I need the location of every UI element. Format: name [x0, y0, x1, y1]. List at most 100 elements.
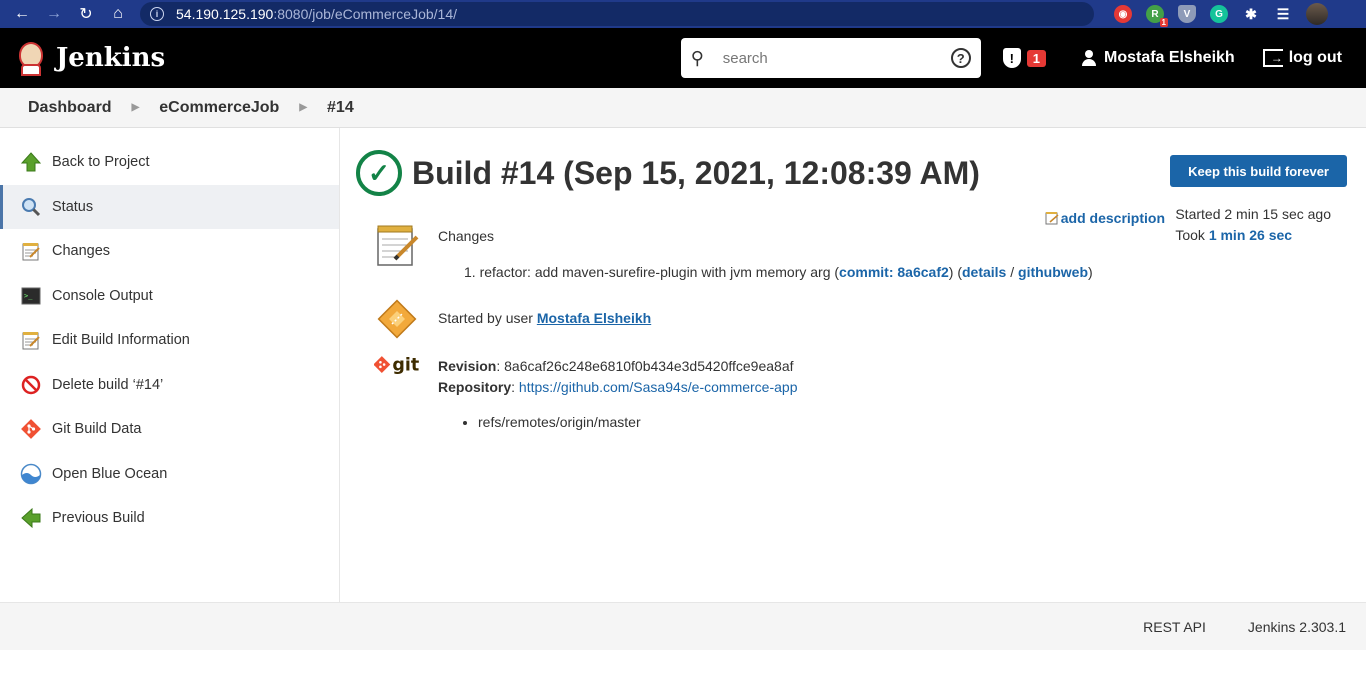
details-link[interactable]: details: [962, 264, 1006, 280]
keep-build-forever-button[interactable]: Keep this build forever: [1170, 155, 1347, 187]
profile-avatar[interactable]: [1306, 3, 1328, 25]
page-title: Build #14 (Sep 15, 2021, 12:08:39 AM): [412, 154, 980, 191]
blue-ocean-icon: [20, 463, 42, 485]
extension-shield-icon[interactable]: V: [1178, 5, 1196, 23]
svg-text:>_: >_: [24, 292, 33, 300]
side-panel: Back to Project Status Changes >_ Consol…: [0, 128, 340, 602]
change-message: refactor: add maven-surefire-plugin with…: [479, 264, 840, 280]
sidebar-item-back-to-project[interactable]: Back to Project: [0, 140, 339, 185]
success-check-icon: ✓: [356, 150, 402, 196]
terminal-icon: >_: [20, 285, 42, 307]
user-cause-icon: [374, 296, 420, 342]
repository-label: Repository: [438, 379, 512, 395]
git-section: git Revision: 8a6caf26c248e6810f0b434e3d…: [374, 348, 1350, 433]
git-logo-icon: git: [374, 350, 420, 380]
logout-label: log out: [1288, 49, 1342, 66]
extensions-area: ◉ R1 V G ✱ ☰: [1114, 3, 1328, 27]
url-path: :8080/job/eCommerceJob/14/: [273, 6, 457, 22]
cause-user-link[interactable]: Mostafa Elsheikh: [537, 310, 651, 326]
sidebar-item-previous-build[interactable]: Previous Build: [0, 496, 339, 541]
build-duration-link[interactable]: 1 min 26 sec: [1209, 227, 1292, 243]
git-repository-row: Repository: https://github.com/Sasa94s/e…: [438, 379, 798, 395]
rest-api-link[interactable]: REST API: [1143, 619, 1206, 635]
breadcrumb-job[interactable]: eCommerceJob: [159, 99, 279, 117]
media-queue-icon[interactable]: ☰: [1274, 5, 1292, 23]
git-icon: [20, 418, 42, 440]
change-separator: /: [1006, 264, 1019, 280]
url-host: 54.190.125.190: [176, 6, 274, 22]
page-footer: REST API Jenkins 2.303.1: [0, 602, 1366, 650]
changes-heading: Changes: [438, 228, 495, 244]
change-separator: ) (: [948, 264, 962, 280]
browser-nav: ← → ↻ ⌂: [8, 4, 140, 24]
logout-link[interactable]: → log out: [1262, 49, 1342, 67]
site-info-icon[interactable]: i: [150, 7, 164, 21]
main-panel: ✓ Build #14 (Sep 15, 2021, 12:08:39 AM) …: [340, 128, 1366, 602]
add-description-link[interactable]: add description: [1045, 210, 1165, 226]
started-ago: Started 2 min 15 sec ago: [1175, 206, 1331, 222]
git-revision-row: Revision: 8a6caf26c248e6810f0b434e3d5420…: [438, 358, 794, 374]
security-monitor[interactable]: ! 1: [1002, 48, 1046, 68]
breadcrumb: Dashboard ▶ eCommerceJob ▶ #14: [0, 88, 1366, 128]
change-separator: ): [1088, 264, 1093, 280]
sidebar-item-console-output[interactable]: >_ Console Output: [0, 274, 339, 319]
sidebar-item-label: Open Blue Ocean: [52, 465, 168, 482]
git-content: Revision: 8a6caf26c248e6810f0b434e3d5420…: [438, 348, 797, 433]
grammarly-icon[interactable]: G: [1210, 5, 1228, 23]
chevron-right-icon[interactable]: ▶: [299, 102, 307, 113]
svg-text:git: git: [392, 356, 419, 376]
extension-green-icon[interactable]: R1: [1146, 5, 1168, 27]
sidebar-item-label: Console Output: [52, 287, 153, 304]
back-arrow-icon[interactable]: ←: [14, 5, 30, 23]
user-name: Mostafa Elsheikh: [1103, 49, 1235, 66]
changes-content: Changes 1. refactor: add maven-surefire-…: [438, 222, 1093, 280]
shield-icon: !: [1002, 48, 1021, 68]
breadcrumb-build[interactable]: #14: [327, 99, 354, 117]
sidebar-item-label: Back to Project: [52, 154, 150, 171]
magnifier-icon: [20, 196, 42, 218]
cause-section: Started by user Mostafa Elsheikh: [374, 296, 1350, 342]
sidebar-item-label: Git Build Data: [52, 421, 142, 438]
revision-hash: 8a6caf26c248e6810f0b434e3d5420ffce9ea8af: [504, 358, 794, 374]
jenkins-logo[interactable]: Jenkins: [16, 40, 165, 76]
sidebar-item-changes[interactable]: Changes: [0, 229, 339, 274]
githubweb-link[interactable]: githubweb: [1018, 264, 1088, 280]
help-icon[interactable]: ?: [950, 48, 971, 68]
cause-content: Started by user Mostafa Elsheikh: [438, 296, 651, 342]
notepad-icon: [1045, 212, 1059, 225]
sidebar-item-delete-build[interactable]: Delete build ‘#14’: [0, 363, 339, 408]
sidebar-item-open-blue-ocean[interactable]: Open Blue Ocean: [0, 452, 339, 497]
commit-link[interactable]: commit: 8a6caf2: [839, 264, 949, 280]
puzzle-extensions-icon[interactable]: ✱: [1242, 5, 1260, 23]
change-item: 1. refactor: add maven-surefire-plugin w…: [464, 264, 1093, 280]
chevron-right-icon[interactable]: ▶: [132, 102, 140, 113]
sidebar-item-label: Changes: [52, 243, 111, 260]
jenkins-version-link[interactable]: Jenkins 2.303.1: [1248, 619, 1346, 635]
user-link[interactable]: Mostafa Elsheikh: [1080, 49, 1235, 67]
search-input[interactable]: [722, 49, 951, 67]
notepad-icon: [20, 240, 42, 262]
home-icon[interactable]: ⌂: [110, 5, 126, 23]
forward-arrow-icon[interactable]: →: [46, 5, 62, 23]
user-icon: [1080, 49, 1098, 67]
no-entry-icon: [20, 374, 42, 396]
branch-list: refs/remotes/origin/master: [478, 412, 797, 433]
reload-icon[interactable]: ↻: [78, 4, 94, 24]
browser-toolbar: ← → ↻ ⌂ i 54.190.125.190:8080/job/eComme…: [0, 0, 1366, 28]
took-line: Took 1 min 26 sec: [1175, 225, 1331, 246]
jenkins-header: Jenkins ⚲ ? ! 1 Mostafa Elsheikh → log o…: [0, 28, 1366, 88]
sidebar-item-status[interactable]: Status: [0, 184, 339, 229]
search-box: ⚲ ?: [680, 38, 981, 78]
address-bar[interactable]: i 54.190.125.190:8080/job/eCommerceJob/1…: [140, 2, 1094, 26]
notepad-icon: [374, 222, 420, 268]
breadcrumb-dashboard[interactable]: Dashboard: [28, 99, 112, 117]
add-description-label: add description: [1060, 210, 1165, 226]
sidebar-item-edit-build-information[interactable]: Edit Build Information: [0, 318, 339, 363]
sidebar-item-label: Status: [52, 198, 94, 215]
sidebar-item-git-build-data[interactable]: Git Build Data: [0, 407, 339, 452]
extension-red-icon[interactable]: ◉: [1114, 5, 1132, 23]
repository-link[interactable]: https://github.com/Sasa94s/e-commerce-ap…: [519, 379, 798, 395]
logout-icon: →: [1262, 49, 1283, 67]
search-icon: ⚲: [690, 47, 704, 68]
cause-prefix: Started by user: [438, 310, 533, 326]
